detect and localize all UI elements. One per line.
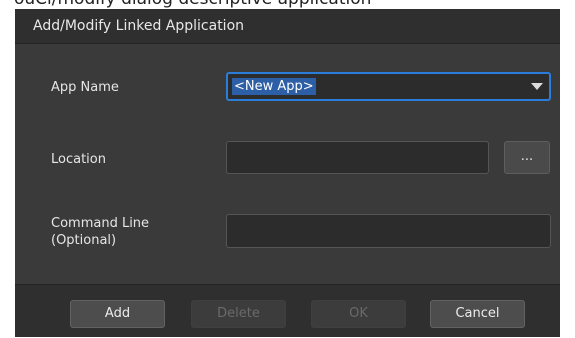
- app-name-dropdown[interactable]: <New App>: [226, 72, 551, 101]
- background-caption-strip: ouCl/modify dialog descriptive applicati…: [0, 0, 575, 9]
- command-line-input[interactable]: [226, 214, 551, 248]
- dialog-titlebar[interactable]: Add/Modify Linked Application: [15, 9, 560, 44]
- dialog-footer: Add Delete OK Cancel: [15, 284, 560, 337]
- command-line-label-line2: (Optional): [51, 233, 117, 248]
- location-input[interactable]: [226, 141, 489, 174]
- cancel-button[interactable]: Cancel: [430, 300, 525, 328]
- command-line-label-line1: Command Line: [51, 216, 150, 231]
- browse-button[interactable]: ...: [504, 141, 550, 174]
- linked-application-dialog: Add/Modify Linked Application App Name <…: [15, 9, 560, 337]
- chevron-down-icon[interactable]: [531, 83, 543, 90]
- add-button[interactable]: Add: [70, 300, 165, 328]
- app-name-selected-value: <New App>: [232, 78, 316, 95]
- background-caption: ouCl/modify dialog descriptive applicati…: [14, 0, 371, 9]
- location-label: Location: [51, 152, 106, 167]
- app-name-label: App Name: [51, 80, 119, 95]
- dialog-title: Add/Modify Linked Application: [33, 18, 245, 34]
- ok-button[interactable]: OK: [311, 300, 406, 328]
- command-line-label: Command Line (Optional): [51, 215, 191, 249]
- delete-button[interactable]: Delete: [191, 300, 286, 328]
